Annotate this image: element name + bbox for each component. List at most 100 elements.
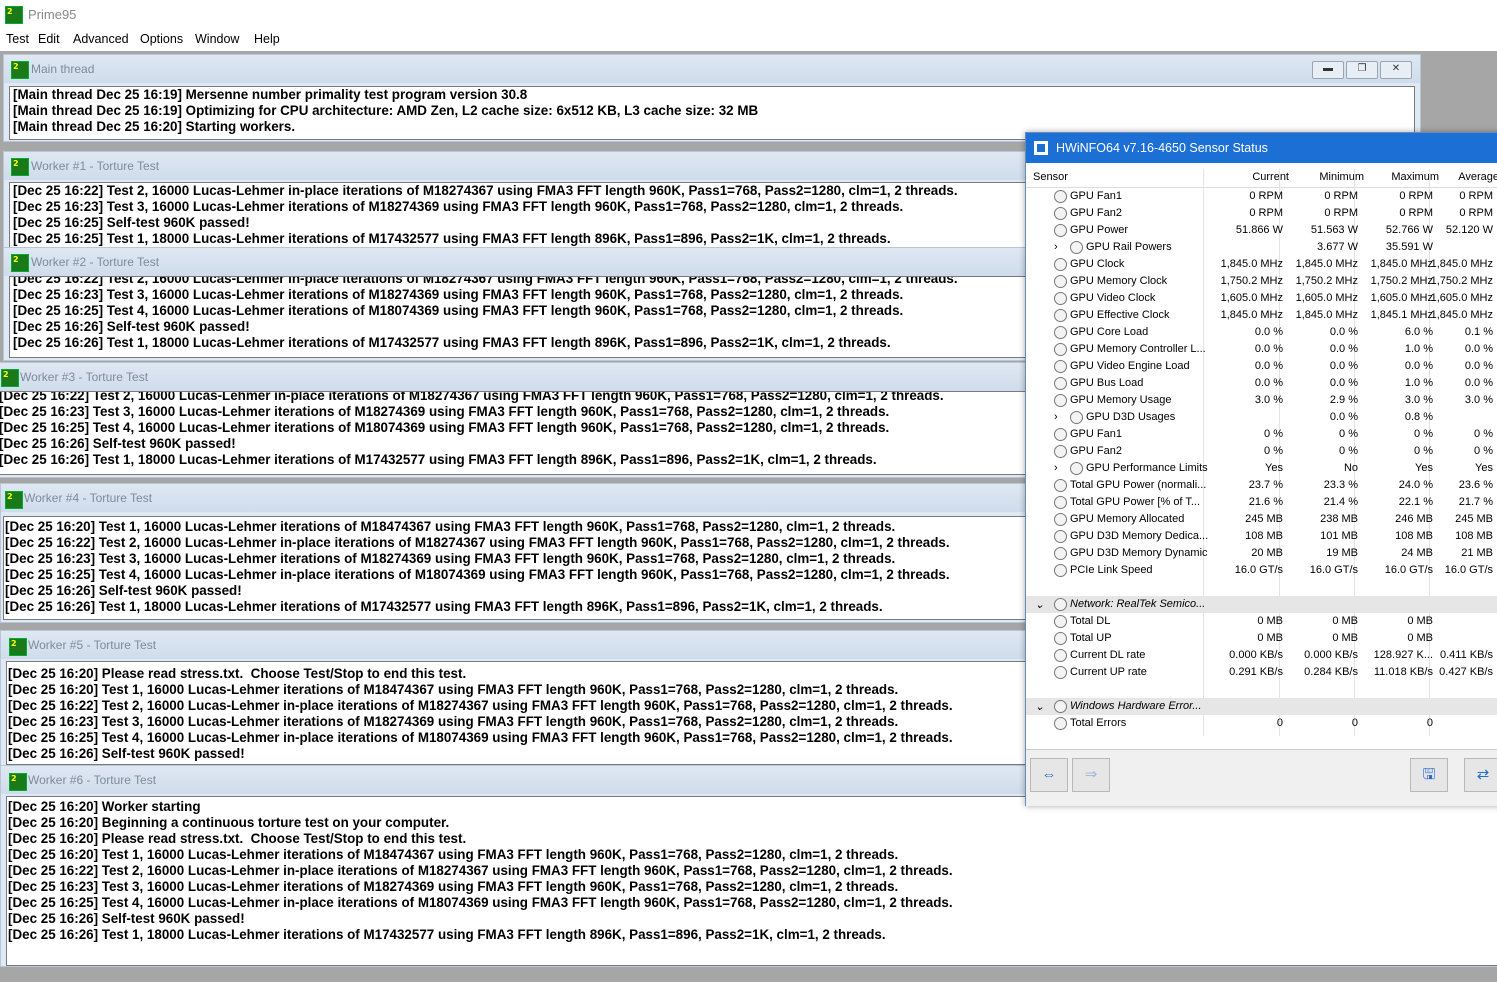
sensor-row[interactable]: GPU Memory Clock 1,750.2 MHz 1,750.2 MHz 1,… — [1026, 273, 1497, 290]
sensor-row[interactable]: GPU Bus Load 0.0 % 0.0 % 1.0 % 0.0 % — [1026, 375, 1497, 392]
gauge-icon — [1054, 615, 1067, 628]
chevron-right-icon[interactable]: › — [1054, 241, 1058, 253]
sensor-row[interactable]: GPU Core Load 0.0 % 0.0 % 6.0 % 0.1 % — [1026, 324, 1497, 341]
sensor-name: Total GPU Power (normali... — [1070, 479, 1207, 491]
restore-icon[interactable]: ❐ — [1346, 61, 1378, 79]
value-current: 51.866 W — [1235, 224, 1283, 236]
monitor-icon[interactable]: 🖫 — [1410, 758, 1448, 792]
prime95-icon — [5, 489, 23, 509]
value-current: 108 MB — [1245, 530, 1283, 542]
menu-window[interactable]: Window — [195, 32, 239, 46]
gauge-icon — [1054, 326, 1067, 339]
sensor-row[interactable]: GPU Clock 1,845.0 MHz 1,845.0 MHz 1,845.0 M… — [1026, 256, 1497, 273]
value-average: 245 MB — [1455, 513, 1493, 525]
col-maximum[interactable]: Maximum — [1354, 171, 1439, 183]
minimize-icon[interactable]: ▬ — [1312, 61, 1344, 79]
prime95-icon — [11, 252, 29, 272]
value-average: 0.411 KB/s — [1440, 649, 1493, 661]
sensor-row[interactable]: Total GPU Power (normali... 23.7 % 23.3 % 2… — [1026, 477, 1497, 494]
sensor-row[interactable]: › GPU Performance Limits Yes No Yes Yes — [1026, 460, 1497, 477]
nav-arrows-icon[interactable]: ⇔ — [1030, 758, 1068, 792]
sensor-row[interactable]: GPU Fan1 0 RPM 0 RPM 0 RPM 0 RPM — [1026, 188, 1497, 205]
log-line: [Dec 25 16:23] Test 3, 16000 Lucas-Lehme… — [8, 879, 899, 894]
menu-advanced[interactable]: Advanced — [73, 32, 129, 46]
gauge-icon — [1054, 343, 1067, 356]
value-maximum: 1.0 % — [1404, 343, 1433, 355]
close-icon[interactable]: ✕ — [1380, 61, 1412, 79]
sensor-row[interactable]: Total GPU Power [% of T... 21.6 % 21.4 % 22… — [1026, 494, 1497, 511]
hwinfo-titlebar[interactable]: HWiNFO64 v7.16-4650 Sensor Status — [1026, 133, 1497, 163]
window-title: Worker #4 - Torture Test — [24, 491, 153, 505]
sensor-row[interactable]: PCIe Link Speed 16.0 GT/s 16.0 GT/s 16.0 GT… — [1026, 562, 1497, 579]
gauge-icon — [1054, 496, 1067, 509]
sensor-row[interactable]: GPU Memory Usage 3.0 % 2.9 % 3.0 % 3.0 % — [1026, 392, 1497, 409]
value-minimum: 0 RPM — [1324, 190, 1358, 202]
value-current: 20 MB — [1251, 547, 1283, 559]
chevron-right-icon[interactable]: › — [1054, 462, 1058, 474]
value-current: 0.291 KB/s — [1229, 666, 1283, 678]
value-average: 0 RPM — [1459, 207, 1493, 219]
sensor-row[interactable]: GPU D3D Memory Dynamic 20 MB 19 MB 24 MB 21 … — [1026, 545, 1497, 562]
sensor-row[interactable]: GPU D3D Memory Dedica... 108 MB 101 MB 108 … — [1026, 528, 1497, 545]
sensor-row[interactable]: › GPU D3D Usages 0.0 % 0.8 % — [1026, 409, 1497, 426]
sensor-row[interactable]: Total Errors 0 0 0 — [1026, 715, 1497, 732]
sensor-name: GPU Fan1 — [1070, 190, 1122, 202]
sensor-row[interactable]: Total UP 0 MB 0 MB 0 MB — [1026, 630, 1497, 647]
sensor-row[interactable]: GPU Fan2 0 RPM 0 RPM 0 RPM 0 RPM — [1026, 205, 1497, 222]
hwinfo-window[interactable]: HWiNFO64 v7.16-4650 Sensor Status Sensor… — [1025, 132, 1497, 806]
value-maximum: 11.018 KB/s — [1373, 666, 1433, 678]
value-minimum: 23.3 % — [1323, 479, 1358, 491]
main-thread-window[interactable]: Main thread ▬ ❐ ✕ [Main thread Dec 25 16… — [3, 54, 1421, 142]
value-maximum: 0 RPM — [1399, 190, 1433, 202]
sensor-row[interactable]: Current DL rate 0.000 KB/s 0.000 KB/s 128.9… — [1026, 647, 1497, 664]
value-average: 1,750.2 MHz — [1430, 275, 1493, 287]
sensor-row[interactable]: › GPU Rail Powers 3.677 W 35.591 W — [1026, 239, 1497, 256]
value-current: 0.0 % — [1254, 343, 1283, 355]
value-current: 0 RPM — [1249, 190, 1283, 202]
menu-edit[interactable]: Edit — [38, 32, 60, 46]
chevron-down-icon[interactable]: ⌄ — [1035, 598, 1044, 611]
sensor-row[interactable]: Total DL 0 MB 0 MB 0 MB — [1026, 613, 1497, 630]
log-line: [Main thread Dec 25 16:19] Mersenne numb… — [13, 87, 528, 102]
value-average: 1,845.0 MHz — [1430, 258, 1493, 270]
sensor-group-row[interactable]: ⌄ Windows Hardware Error... — [1026, 698, 1497, 715]
chevron-right-icon[interactable]: › — [1054, 411, 1058, 423]
log-line: [Dec 25 16:26] Self-test 960K passed! — [8, 911, 245, 926]
menu-help[interactable]: Help — [254, 32, 280, 46]
nav-arrows-disabled-icon[interactable]: ⇒ — [1072, 758, 1110, 792]
sensor-row[interactable]: GPU Video Engine Load 0.0 % 0.0 % 0.0 % 0.0 … — [1026, 358, 1497, 375]
value-average: 21.7 % — [1458, 496, 1493, 508]
value-maximum: 0 % — [1414, 428, 1433, 440]
sensor-row[interactable]: GPU Effective Clock 1,845.0 MHz 1,845.0 MH… — [1026, 307, 1497, 324]
log-area[interactable]: [Dec 25 16:20] Worker starting [Dec 25 1… — [6, 796, 1497, 966]
col-current[interactable]: Current — [1204, 171, 1289, 183]
gauge-icon — [1054, 309, 1067, 322]
sensor-group-row[interactable]: ⌄ Network: RealTek Semico... — [1026, 596, 1497, 613]
sensor-row[interactable]: GPU Fan1 0 % 0 % 0 % 0 % — [1026, 426, 1497, 443]
log-line: [Dec 25 16:22] Test 2, 16000 Lucas-Lehme… — [8, 863, 953, 878]
menu-options[interactable]: Options — [140, 32, 183, 46]
sensor-row[interactable]: Current UP rate 0.291 KB/s 0.284 KB/s 11.01… — [1026, 664, 1497, 681]
value-minimum: 0.0 % — [1329, 377, 1358, 389]
network-icon[interactable]: ⇄ — [1464, 758, 1497, 792]
col-sensor[interactable]: Sensor — [1033, 171, 1068, 183]
value-current: 16.0 GT/s — [1234, 564, 1283, 576]
col-average[interactable]: Average — [1429, 171, 1497, 183]
sensor-row[interactable]: GPU Power 51.866 W 51.563 W 52.766 W 52.120 … — [1026, 222, 1497, 239]
value-maximum: 1,750.2 MHz — [1370, 275, 1433, 287]
sensor-name: GPU Memory Allocated — [1070, 513, 1185, 525]
window-titlebar[interactable]: Main thread ▬ ❐ ✕ — [4, 55, 1420, 83]
sensor-row[interactable]: GPU Fan2 0 % 0 % 0 % 0 % — [1026, 443, 1497, 460]
chevron-down-icon[interactable]: ⌄ — [1035, 700, 1044, 713]
value-maximum: 1,845.0 MHz — [1370, 258, 1433, 270]
value-maximum: 1.0 % — [1404, 377, 1433, 389]
gauge-icon — [1070, 411, 1083, 424]
value-maximum: 0.0 % — [1404, 360, 1433, 372]
sensor-name: Current DL rate — [1070, 649, 1146, 661]
sensor-row[interactable]: GPU Video Clock 1,605.0 MHz 1,605.0 MHz 1,6… — [1026, 290, 1497, 307]
sensor-row[interactable]: GPU Memory Allocated 245 MB 238 MB 246 MB 24… — [1026, 511, 1497, 528]
value-minimum: 2.9 % — [1329, 394, 1358, 406]
sensor-row[interactable]: GPU Memory Controller L... 0.0 % 0.0 % 1.0 … — [1026, 341, 1497, 358]
menu-test[interactable]: Test — [6, 32, 29, 46]
col-minimum[interactable]: Minimum — [1279, 171, 1364, 183]
